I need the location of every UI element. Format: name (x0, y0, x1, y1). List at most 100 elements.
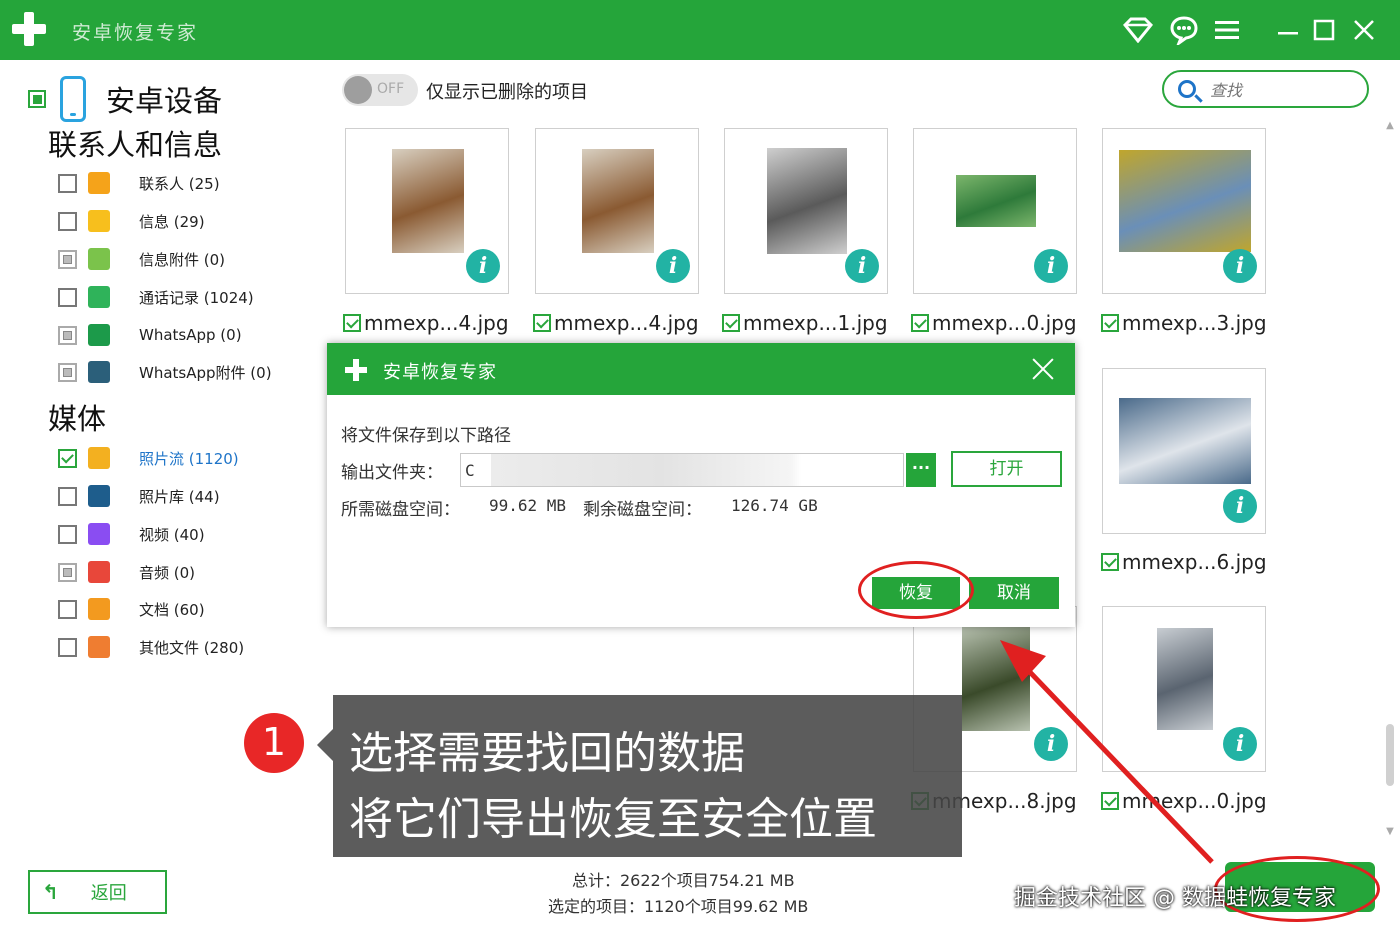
file-checkbox[interactable] (343, 314, 361, 332)
sidebar-item-10[interactable]: 文档 (60) (58, 595, 318, 623)
file-checkbox[interactable] (533, 314, 551, 332)
maximize-icon[interactable] (1308, 14, 1340, 46)
file-name-row[interactable]: mmexp...4.jpg (343, 310, 509, 336)
scroll-up-icon[interactable]: ▲ (1383, 120, 1397, 134)
file-thumbnail (582, 149, 654, 253)
sidebar-item-label: 照片流 (1120) (139, 449, 239, 468)
file-checkbox[interactable] (911, 314, 929, 332)
sidebar-item-checkbox[interactable] (58, 287, 77, 307)
highlight-ring-recover (858, 561, 974, 619)
info-icon[interactable]: i (1034, 249, 1068, 283)
search-input[interactable] (1210, 78, 1360, 102)
file-thumbnail (1119, 150, 1251, 252)
sidebar-item-1[interactable]: 信息 (29) (58, 207, 318, 235)
info-icon[interactable]: i (466, 249, 500, 283)
file-tile[interactable]: i (1102, 128, 1266, 294)
file-name-row[interactable]: mmexp...1.jpg (722, 310, 888, 336)
info-icon[interactable]: i (1223, 249, 1257, 283)
required-space-label: 所需磁盘空间： (341, 500, 460, 520)
sidebar-item-9[interactable]: 音频 (0) (58, 558, 318, 586)
title-bar: 安卓恢复专家 (0, 0, 1400, 60)
file-name-row[interactable]: mmexp...0.jpg (1101, 788, 1267, 814)
file-checkbox[interactable] (722, 314, 740, 332)
file-name: mmexp...0.jpg (932, 311, 1077, 335)
toggle-label: 仅显示已删除的项目 (426, 82, 588, 103)
file-name-row[interactable]: mmexp...3.jpg (1101, 310, 1267, 336)
diamond-icon[interactable] (1122, 14, 1154, 46)
contact-icon (88, 172, 110, 194)
search-box[interactable] (1162, 70, 1369, 108)
sidebar: 安卓设备 联系人和信息 媒体 联系人 (25) 信息 (29) 信息附件 (0) 通话… (0, 60, 330, 936)
file-tile[interactable]: i (1102, 368, 1266, 534)
sidebar-item-checkbox[interactable] (58, 448, 77, 468)
sidebar-item-3[interactable]: 通话记录 (1024) (58, 283, 318, 311)
file-thumbnail (1157, 628, 1213, 730)
info-icon[interactable]: i (845, 249, 879, 283)
sidebar-item-checkbox[interactable] (58, 173, 77, 193)
file-tile[interactable]: i (345, 128, 509, 294)
minimize-icon[interactable] (1272, 14, 1304, 46)
step-badge: 1 (244, 713, 304, 773)
deleted-only-toggle[interactable]: OFF (342, 74, 418, 106)
sidebar-item-checkbox[interactable] (58, 211, 77, 231)
sidebar-item-0[interactable]: 联系人 (25) (58, 169, 318, 197)
file-checkbox[interactable] (1101, 314, 1119, 332)
file-thumbnail (962, 627, 1030, 731)
file-name: mmexp...4.jpg (364, 311, 509, 335)
sidebar-item-checkbox[interactable] (58, 562, 77, 582)
chat-icon[interactable] (1168, 14, 1200, 46)
sidebar-item-checkbox[interactable] (58, 599, 77, 619)
menu-icon[interactable] (1211, 14, 1243, 46)
file-tile[interactable]: i (1102, 606, 1266, 772)
section-title-media: 媒体 (48, 402, 107, 436)
file-checkbox[interactable] (1101, 553, 1119, 571)
file-tile[interactable]: i (913, 128, 1077, 294)
output-folder-input[interactable] (460, 453, 904, 487)
info-icon[interactable]: i (656, 249, 690, 283)
sidebar-item-checkbox[interactable] (58, 325, 77, 345)
info-icon[interactable]: i (1223, 489, 1257, 523)
sidebar-item-checkbox[interactable] (58, 486, 77, 506)
file-tile[interactable]: i (535, 128, 699, 294)
video-icon (88, 523, 110, 545)
dialog-title: 安卓恢复专家 (383, 362, 497, 383)
info-icon[interactable]: i (1034, 727, 1068, 761)
watermark: 掘金技术社区 @ 数据蛙恢复专家 (1014, 886, 1336, 911)
sidebar-item-5[interactable]: WhatsApp附件 (0) (58, 358, 318, 386)
scroll-thumb[interactable] (1386, 724, 1394, 786)
device-checkbox[interactable] (28, 90, 46, 108)
sidebar-item-label: 照片库 (44) (139, 487, 220, 506)
sidebar-item-7[interactable]: 照片库 (44) (58, 482, 318, 510)
sidebar-item-8[interactable]: 视频 (40) (58, 520, 318, 548)
close-icon[interactable] (1348, 14, 1380, 46)
open-button[interactable]: 打开 (951, 451, 1062, 487)
file-tile[interactable]: i (724, 128, 888, 294)
whatsapp-icon (88, 324, 110, 346)
scroll-down-icon[interactable]: ▼ (1383, 826, 1397, 840)
file-name-row[interactable]: mmexp...0.jpg (911, 310, 1077, 336)
sidebar-item-checkbox[interactable] (58, 524, 77, 544)
gallery-icon (88, 485, 110, 507)
back-button[interactable]: ↰ 返回 (28, 870, 167, 914)
sidebar-item-11[interactable]: 其他文件 (280) (58, 633, 318, 661)
other-file-icon (88, 636, 110, 658)
sidebar-item-checkbox[interactable] (58, 637, 77, 657)
file-checkbox[interactable] (1101, 792, 1119, 810)
sidebar-item-checkbox[interactable] (58, 362, 77, 382)
device-row[interactable]: 安卓设备 (28, 74, 222, 124)
browse-button[interactable]: ··· (906, 453, 936, 487)
dialog-close-icon[interactable] (1031, 357, 1055, 381)
sidebar-item-checkbox[interactable] (58, 249, 77, 269)
file-name-row[interactable]: mmexp...4.jpg (533, 310, 699, 336)
file-name-row[interactable]: mmexp...6.jpg (1101, 549, 1267, 575)
info-icon[interactable]: i (1223, 727, 1257, 761)
sidebar-item-2[interactable]: 信息附件 (0) (58, 245, 318, 273)
sidebar-item-4[interactable]: WhatsApp (0) (58, 321, 318, 349)
required-space-value: 99.62 MB (489, 496, 567, 515)
toggle-state-text: OFF (377, 81, 405, 97)
scrollbar[interactable]: ▲ ▼ (1383, 120, 1397, 840)
selected-text: 选定的项目：1120个项目99.62 MB (548, 897, 809, 916)
cancel-button[interactable]: 取消 (969, 577, 1059, 609)
callout-box: 选择需要找回的数据 将它们导出恢复至安全位置 (317, 695, 962, 857)
sidebar-item-6[interactable]: 照片流 (1120) (58, 444, 318, 472)
